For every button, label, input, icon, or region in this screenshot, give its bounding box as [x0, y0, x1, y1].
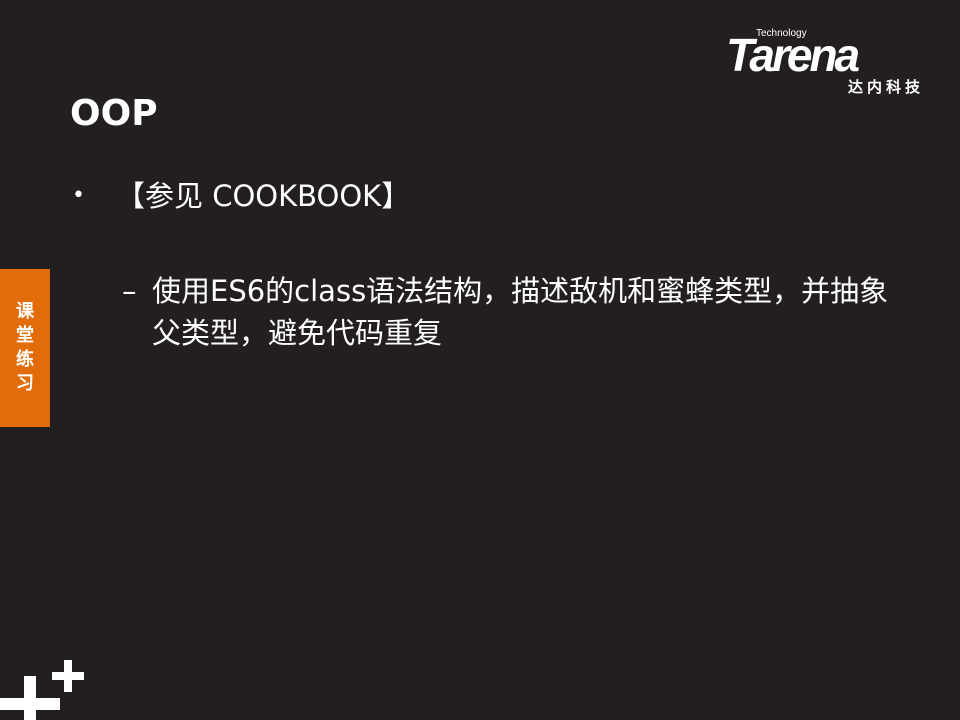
side-tab-char: 习 [16, 373, 34, 394]
slide-title: OOP [70, 93, 158, 134]
brand-logo: Technology Tarena 达内科技 [726, 26, 926, 96]
side-tab-char: 课 [16, 301, 34, 322]
sub-bullet-dash: – [122, 274, 137, 308]
side-tab-char: 练 [16, 349, 34, 370]
classroom-exercise-tab: 课 堂 练 习 [0, 269, 50, 427]
sub-bullet-text: 使用ES6的class语法结构，描述敌机和蜜蜂类型，并抽象父类型，避免代码重复 [152, 274, 889, 350]
logo-chinese-name: 达内科技 [847, 78, 924, 96]
sub-bullet-item: – 使用ES6的class语法结构，描述敌机和蜜蜂类型，并抽象父类型，避免代码重… [122, 270, 912, 354]
plus-cross-icon [0, 660, 84, 720]
bullet-item: • 【参见 COOKBOOK】 [72, 176, 410, 216]
logo-wordmark: Tarena [726, 29, 860, 81]
bullet-dot-icon: • [72, 183, 85, 208]
side-tab-char: 堂 [16, 325, 34, 346]
bullet-text: 【参见 COOKBOOK】 [116, 179, 411, 213]
